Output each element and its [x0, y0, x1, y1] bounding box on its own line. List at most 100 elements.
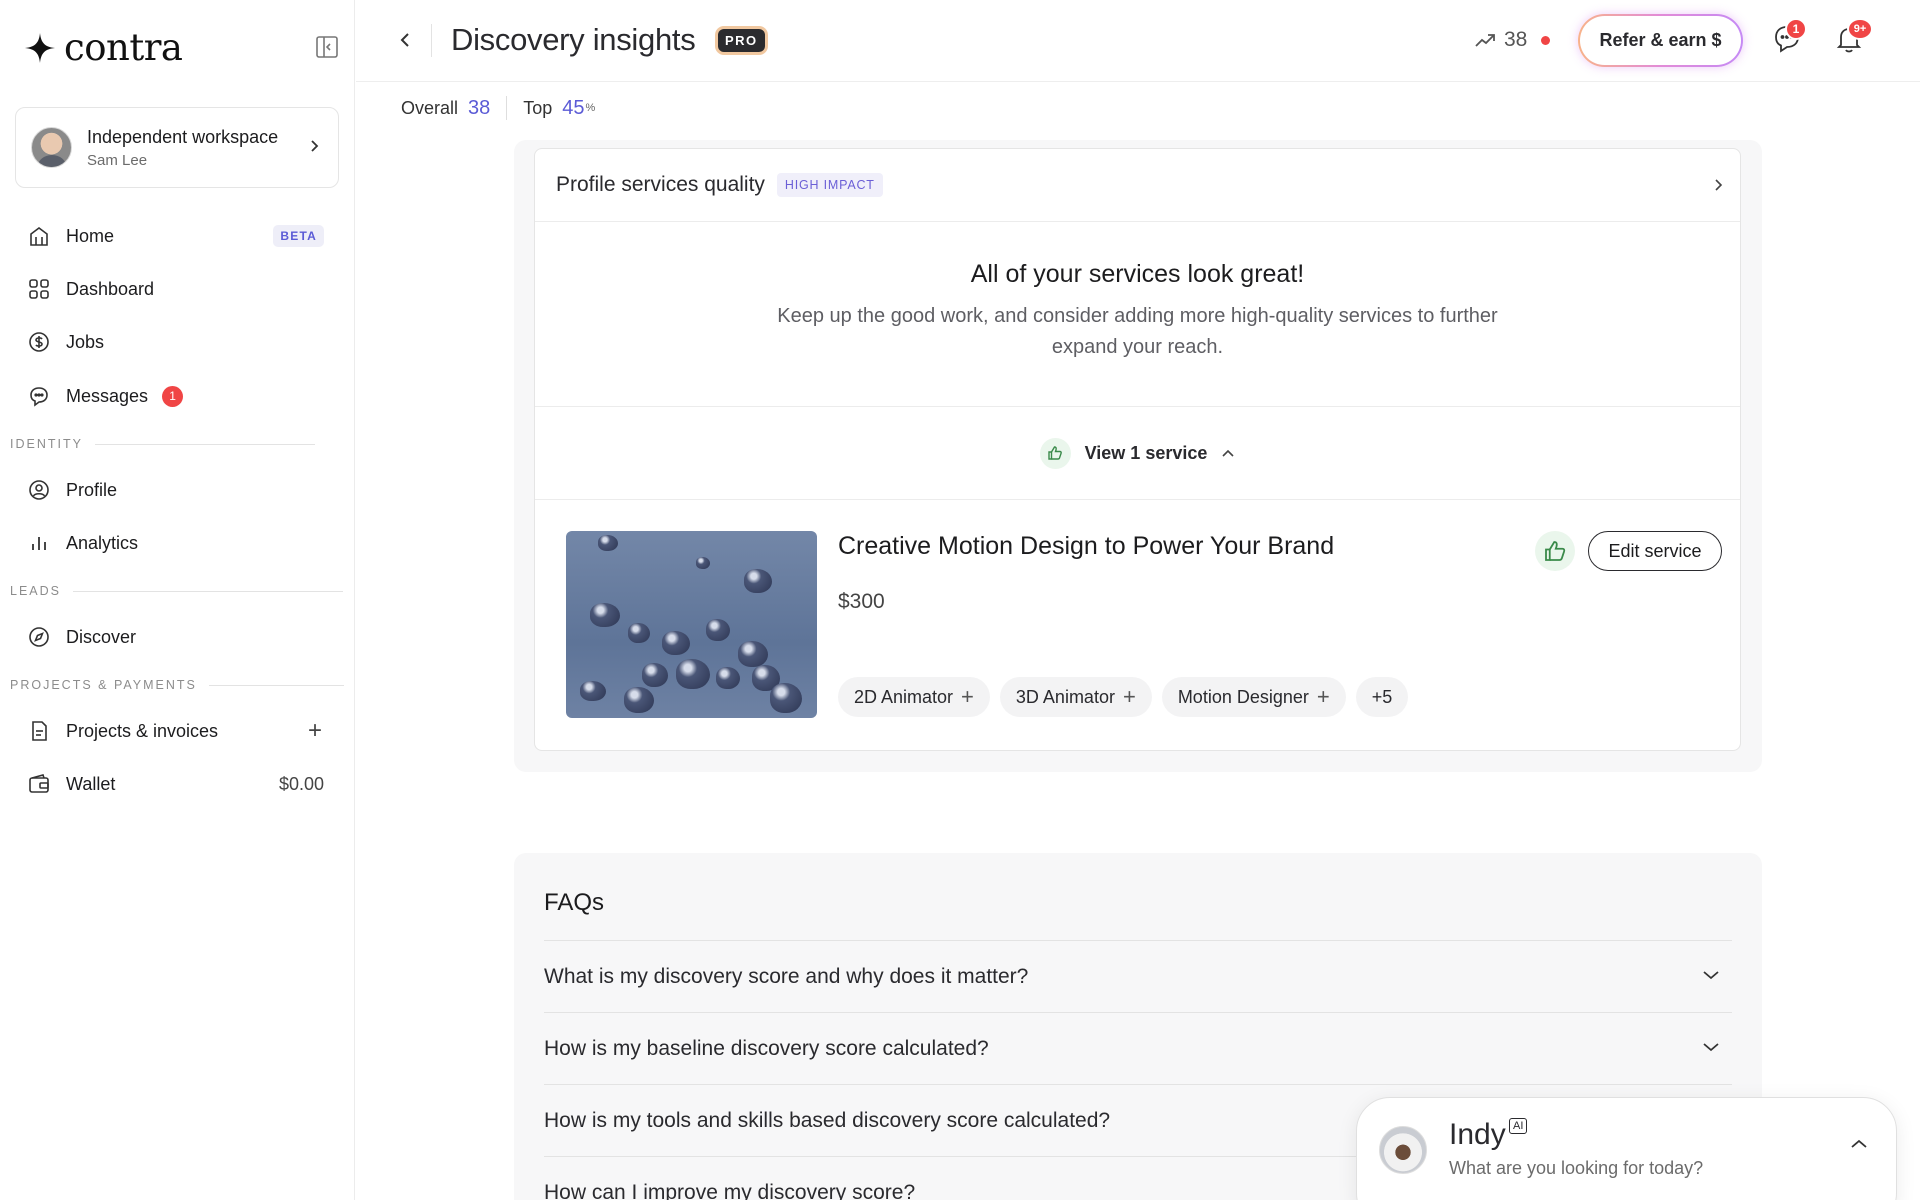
overall-value: 38 [468, 96, 491, 119]
dollar-circle-icon [29, 332, 49, 352]
faq-title: FAQs [544, 889, 605, 916]
more-tags-chip[interactable]: +5 [1355, 677, 1409, 717]
services-quality-card: Profile services quality HIGH IMPACT All… [534, 148, 1741, 751]
sidebar-item-label: Analytics [66, 532, 139, 553]
score-value: 38 [1504, 28, 1528, 51]
section-label-projects: PROJECTS & PAYMENTS [10, 678, 344, 692]
view-services-toggle[interactable]: View 1 service [535, 407, 1740, 500]
plus-icon: + [1316, 684, 1330, 709]
sidebar-item-label: Dashboard [66, 278, 155, 299]
sidebar-item-jobs[interactable]: Jobs [28, 327, 328, 357]
sidebar-item-dashboard[interactable]: Dashboard [28, 274, 328, 304]
workspace-title: Independent workspace [87, 126, 279, 147]
contra-star-icon [25, 32, 55, 63]
chat-icon [30, 387, 48, 407]
collapse-sidebar-button[interactable] [314, 34, 340, 60]
sidebar-item-messages[interactable]: Messages 1 [28, 381, 328, 411]
thumbs-up-icon [1048, 446, 1063, 460]
workspace-user: Sam Lee [87, 151, 148, 169]
section-label-identity: IDENTITY [10, 437, 315, 451]
tag-chip[interactable]: 2D Animator + [838, 677, 990, 717]
faq-question: How is my tools and skills based discove… [544, 1108, 1111, 1132]
beta-badge: BETA [273, 225, 324, 247]
status-text: Keep up the good work, and consider addi… [777, 305, 1498, 358]
dashboard-icon [29, 279, 49, 299]
thumbs-up-badge [1039, 437, 1071, 469]
sidebar-item-projects[interactable]: Projects & invoices + [28, 716, 328, 746]
service-thumbnail-image[interactable] [566, 531, 817, 718]
chevron-right-icon [1715, 179, 1723, 191]
sidebar-item-home[interactable]: Home BETA [28, 221, 328, 251]
indy-assistant-widget[interactable]: Indy AI What are you looking for today? [1356, 1097, 1897, 1200]
chevron-up-icon[interactable] [1850, 1138, 1868, 1150]
thumbs-up-icon [1545, 541, 1566, 561]
chevron-down-icon [1703, 971, 1719, 980]
messages-button[interactable]: 1 [1771, 18, 1807, 55]
add-project-button[interactable]: + [308, 719, 322, 743]
invoice-icon [32, 721, 47, 741]
profile-icon [29, 480, 49, 500]
service-title[interactable]: Creative Motion Design to Power Your Bra… [838, 532, 1334, 561]
edit-service-button[interactable]: Edit service [1588, 531, 1722, 571]
avatar [31, 127, 72, 168]
wallet-icon [29, 774, 49, 793]
score-summary: Overall 38 Top 45 % [401, 96, 595, 120]
wallet-balance: $0.00 [278, 773, 324, 794]
sidebar-item-label: Home [66, 225, 115, 246]
faq-question: How can I improve my discovery score? [544, 1180, 916, 1200]
refer-earn-button[interactable]: Refer & earn $ [1578, 14, 1743, 67]
service-item: Creative Motion Design to Power Your Bra… [535, 500, 1740, 750]
top-unit: % [585, 102, 596, 114]
sidebar-item-profile[interactable]: Profile [28, 475, 328, 505]
discovery-score-indicator[interactable]: 38 [1474, 28, 1551, 52]
impact-badge: HIGH IMPACT [776, 173, 883, 197]
sidebar-item-label: Jobs [66, 331, 105, 352]
indy-avatar [1379, 1126, 1427, 1174]
trending-up-icon [1475, 34, 1495, 47]
plus-icon: + [961, 684, 974, 709]
brand-name: contra [64, 26, 183, 69]
sidebar-collapse-icon [316, 36, 338, 58]
overall-label: Overall [401, 97, 459, 118]
tag-chip[interactable]: Motion Designer + [1161, 677, 1346, 717]
faq-question: How is my baseline discovery score calcu… [544, 1036, 989, 1060]
contra-logo[interactable]: contra [24, 26, 183, 69]
services-quality-header[interactable]: Profile services quality HIGH IMPACT [535, 149, 1740, 222]
indy-prompt: What are you looking for today? [1449, 1158, 1704, 1178]
workspace-switcher[interactable]: Independent workspace Sam Lee [15, 107, 339, 188]
sidebar-item-label: Discover [66, 626, 137, 647]
sidebar-item-wallet[interactable]: Wallet $0.00 [28, 769, 328, 799]
faq-item[interactable]: How is my baseline discovery score calcu… [544, 1012, 1732, 1084]
service-price: $300 [838, 590, 885, 613]
sidebar-item-label: Wallet [66, 773, 116, 794]
notifications-button[interactable]: 9+ [1833, 18, 1873, 55]
back-button[interactable] [394, 28, 416, 52]
sidebar-item-label: Messages [66, 385, 149, 406]
chevron-left-icon [400, 33, 409, 47]
service-tags: 2D Animator + 3D Animator + Motion Designe… [838, 677, 1409, 717]
service-quality-badge [1535, 531, 1575, 571]
status-title: All of your services look great! [970, 260, 1305, 288]
section-label-leads: LEADS [10, 584, 343, 598]
tag-chip[interactable]: 3D Animator + [999, 677, 1152, 717]
top-value: 45 [562, 96, 585, 119]
header-divider [431, 24, 432, 57]
ai-badge: AI [1509, 1118, 1528, 1134]
home-icon [30, 227, 48, 246]
bar-chart-icon [32, 537, 46, 550]
view-services-label: View 1 service [1084, 442, 1208, 463]
summary-divider [506, 96, 508, 120]
sidebar: contra Independent workspace Sam Lee Hom… [0, 0, 355, 1200]
messages-badge: 1 [1785, 18, 1807, 40]
indy-name: Indy [1449, 1118, 1506, 1151]
sidebar-item-analytics[interactable]: Analytics [28, 528, 328, 558]
chevron-right-icon [311, 140, 319, 152]
sidebar-item-label: Profile [66, 479, 118, 500]
compass-icon [29, 627, 49, 647]
score-status-dot [1541, 35, 1551, 45]
page-title: Discovery insights [451, 22, 696, 57]
services-status-message: All of your services look great! Keep up… [535, 222, 1740, 407]
faq-item[interactable]: What is my discovery score and why does … [544, 940, 1732, 1012]
sidebar-item-discover[interactable]: Discover [28, 622, 328, 652]
chevron-up-icon [1222, 449, 1234, 457]
